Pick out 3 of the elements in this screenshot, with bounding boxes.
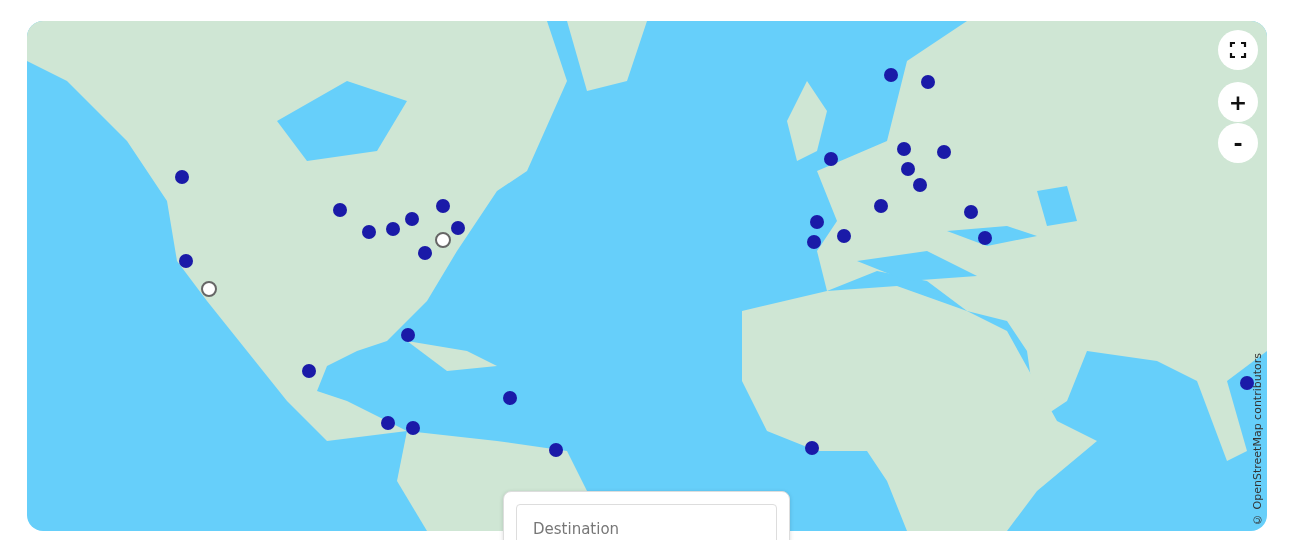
fullscreen-icon <box>1229 41 1247 59</box>
destination-field[interactable]: Destination <box>516 504 777 540</box>
map-attribution: © OpenStreetMap contributors <box>1251 353 1264 526</box>
